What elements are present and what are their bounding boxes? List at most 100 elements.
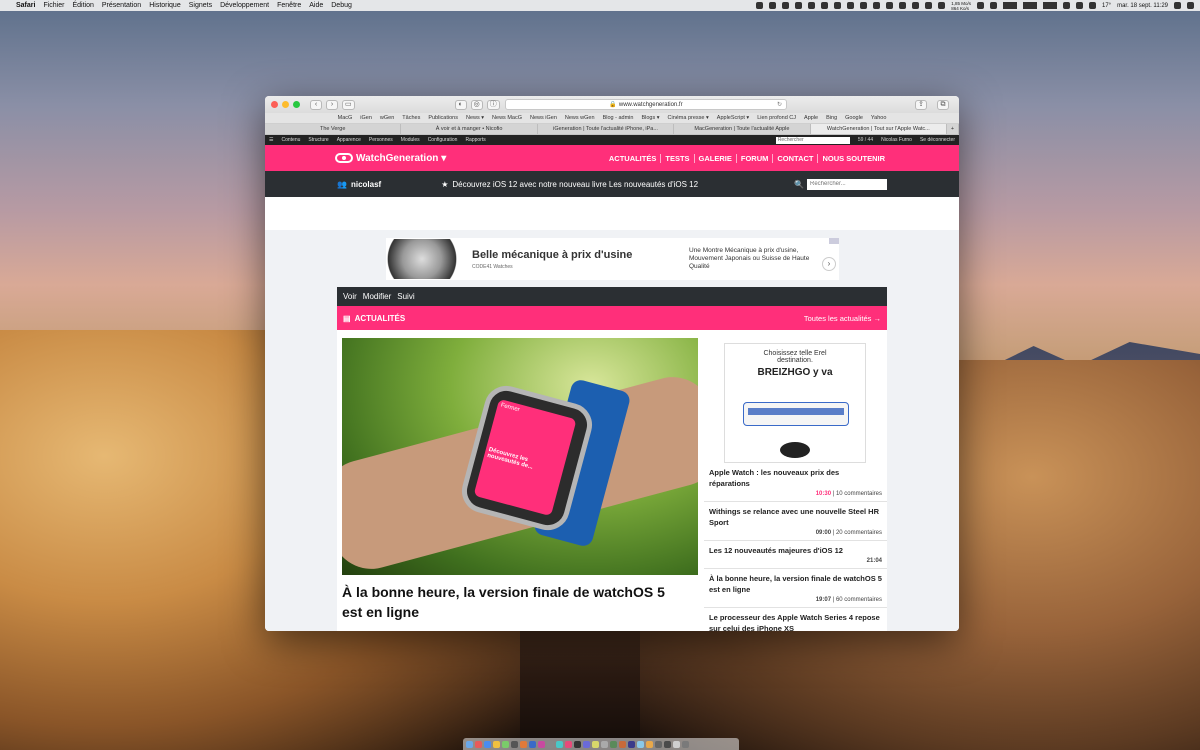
bookmark-item[interactable]: News MacG xyxy=(492,115,522,121)
tab-modifier[interactable]: Modifier xyxy=(363,292,391,301)
tab-nicofio[interactable]: À voir et à manger • Nicofio xyxy=(401,124,538,134)
back-button[interactable]: ‹ xyxy=(310,99,322,110)
sidebar-advert[interactable]: Choisissez telle Erel destination. BREIZ… xyxy=(724,343,866,463)
admin-item[interactable]: Apparence xyxy=(337,137,361,143)
app-icon[interactable] xyxy=(574,740,581,748)
app-icon[interactable] xyxy=(628,740,635,748)
memory-graph-icon[interactable] xyxy=(1023,2,1037,9)
nav-forum[interactable]: FORUM xyxy=(735,153,773,163)
app-icon[interactable] xyxy=(637,740,644,748)
status-icon[interactable] xyxy=(795,2,803,9)
tab-voir[interactable]: Voir xyxy=(343,292,357,301)
app-icon[interactable] xyxy=(565,740,572,748)
reload-icon[interactable]: ↻ xyxy=(777,101,782,108)
admin-search-input[interactable]: Rechercher xyxy=(775,136,850,144)
status-icon[interactable] xyxy=(886,2,894,9)
bookmark-item[interactable]: Blogs ▾ xyxy=(641,115,659,121)
all-news-link[interactable]: Toutes les actualités → xyxy=(804,314,881,323)
bookmark-item[interactable]: Tâches xyxy=(402,115,420,121)
bookmark-item[interactable]: Bing xyxy=(826,115,837,121)
app-icon[interactable] xyxy=(673,740,680,748)
app-icon[interactable] xyxy=(502,740,509,748)
admin-user[interactable]: Nicolas Furno xyxy=(881,137,912,143)
search-icon[interactable]: 🔍 xyxy=(794,180,804,189)
top-advert[interactable]: Belle mécanique à prix d'usine CODE41 Wa… xyxy=(386,238,839,280)
cpu-graph-icon[interactable] xyxy=(1003,2,1017,9)
status-icon[interactable] xyxy=(808,2,816,9)
site-logo[interactable]: WatchGeneration ▾ xyxy=(335,153,446,164)
trash-icon[interactable] xyxy=(682,740,689,748)
app-icon[interactable] xyxy=(547,740,554,748)
bookmark-item[interactable]: Apple xyxy=(804,115,818,121)
disk-graph-icon[interactable] xyxy=(1043,2,1057,9)
app-icon[interactable] xyxy=(610,740,617,748)
menu-fenetre[interactable]: Fenêtre xyxy=(277,2,301,9)
nav-galerie[interactable]: GALERIE xyxy=(693,153,736,163)
status-icon[interactable] xyxy=(834,2,842,9)
status-icon[interactable] xyxy=(990,2,997,9)
status-icon[interactable] xyxy=(860,2,868,9)
bookmark-item[interactable]: MacG xyxy=(338,115,353,121)
status-icon[interactable] xyxy=(938,2,946,9)
admin-item[interactable]: Contenu xyxy=(281,137,300,143)
bookmark-item[interactable]: Blog - admin xyxy=(603,115,634,121)
app-icon[interactable] xyxy=(475,740,482,748)
nav-tests[interactable]: TESTS xyxy=(660,153,693,163)
menu-signets[interactable]: Signets xyxy=(189,2,212,9)
menu-edition[interactable]: Édition xyxy=(72,2,93,9)
close-button[interactable] xyxy=(271,101,278,108)
menu-app-name[interactable]: Safari xyxy=(16,2,35,9)
menu-aide[interactable]: Aide xyxy=(309,2,323,9)
article-comments[interactable]: | 60 commentaires xyxy=(831,597,882,603)
nav-actualites[interactable]: ACTUALITÉS xyxy=(605,154,661,163)
tabs-overview-icon[interactable]: ⧉ xyxy=(937,99,949,110)
bookmark-item[interactable]: wGen xyxy=(380,115,394,121)
hero-title[interactable]: À la bonne heure, la version finale de w… xyxy=(342,582,672,622)
bookmark-item[interactable]: News ▾ xyxy=(466,115,484,121)
list-item[interactable]: Les 12 nouveautés majeures d'iOS 12 21:0… xyxy=(704,541,887,569)
app-icon[interactable] xyxy=(655,740,662,748)
minimize-button[interactable] xyxy=(282,101,289,108)
weather-icon[interactable] xyxy=(1089,2,1096,9)
nav-contact[interactable]: CONTACT xyxy=(772,153,817,163)
bookmark-item[interactable]: News wGen xyxy=(565,115,595,121)
app-icon[interactable] xyxy=(538,740,545,748)
admin-item[interactable]: Personnes xyxy=(369,137,393,143)
tab-watchgeneration[interactable]: WatchGeneration | Tout sur l'Apple Watc.… xyxy=(810,124,948,134)
app-icon[interactable] xyxy=(520,740,527,748)
share-icon[interactable]: ⇪ xyxy=(915,99,927,110)
bookmark-item[interactable]: Cinéma presse ▾ xyxy=(668,115,709,121)
site-search-input[interactable] xyxy=(807,178,887,190)
admin-item[interactable]: Configuration xyxy=(428,137,458,143)
tab-suivi[interactable]: Suivi xyxy=(397,292,414,301)
admin-item[interactable]: Rapports xyxy=(465,137,485,143)
search-icon[interactable] xyxy=(1174,2,1181,9)
tab-the-verge[interactable]: The Verge xyxy=(265,124,402,134)
admin-logout[interactable]: Se déconnecter xyxy=(920,137,955,143)
tab-igeneration[interactable]: iGeneration | Toute l'actualité iPhone, … xyxy=(538,124,675,134)
app-icon[interactable] xyxy=(529,740,536,748)
address-bar[interactable]: 🔒 www.watchgeneration.fr ↻ xyxy=(505,99,787,110)
article-comments[interactable]: | 10 commentaires xyxy=(831,491,882,497)
sidebar-toggle-icon[interactable]: ▭ xyxy=(342,99,355,110)
info-icon[interactable]: ⓘ xyxy=(486,99,500,110)
nav-nous-soutenir[interactable]: NOUS SOUTENIR xyxy=(817,153,889,163)
bookmark-item[interactable]: AppleScript ▾ xyxy=(717,115,749,121)
clock[interactable]: mar. 18 sept. 11:29 xyxy=(1117,3,1168,9)
status-icon[interactable] xyxy=(873,2,881,9)
admin-item[interactable]: Modules xyxy=(401,137,420,143)
article-comments[interactable]: | 20 commentaires xyxy=(831,530,882,536)
forward-button[interactable]: › xyxy=(326,99,338,110)
safari-icon[interactable] xyxy=(484,740,491,748)
menu-debug[interactable]: Debug xyxy=(331,2,352,9)
extension-icon[interactable]: ◎ xyxy=(470,99,483,110)
status-icon[interactable] xyxy=(782,2,790,9)
status-icon[interactable] xyxy=(977,2,984,9)
status-icon[interactable] xyxy=(847,2,855,9)
status-icon[interactable] xyxy=(912,2,920,9)
status-icon[interactable] xyxy=(899,2,907,9)
list-item[interactable]: Le processeur des Apple Watch Series 4 r… xyxy=(704,608,887,631)
list-item[interactable]: Withings se relance avec une nouvelle St… xyxy=(704,502,887,541)
bookmark-item[interactable]: Google xyxy=(845,115,863,121)
list-item[interactable]: Apple Watch : les nouveaux prix des répa… xyxy=(704,463,887,502)
